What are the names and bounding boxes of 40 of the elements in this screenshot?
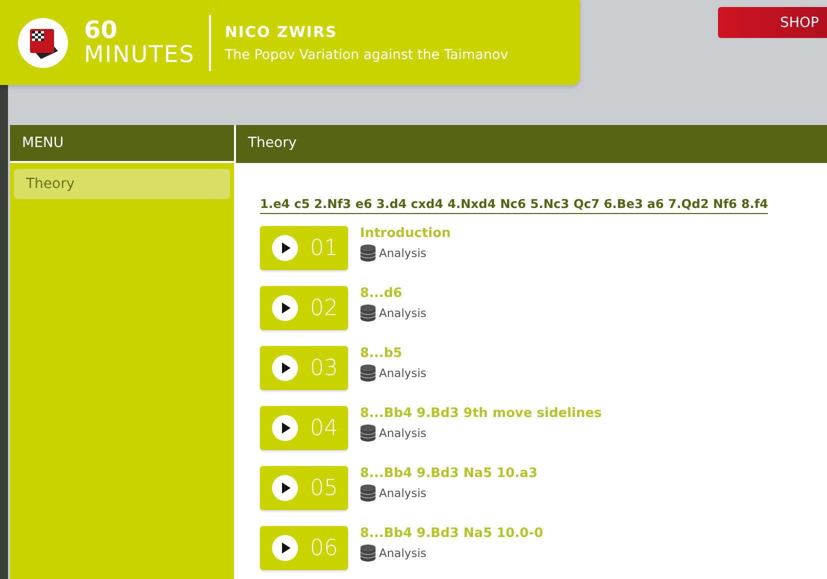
play-icon — [272, 355, 298, 381]
play-icon — [272, 415, 298, 441]
play-button[interactable]: 01 — [260, 226, 348, 270]
database-icon — [360, 544, 376, 562]
lesson-title[interactable]: Introduction — [360, 226, 451, 241]
lesson-title[interactable]: 8...Bb4 9.Bd3 9th move sidelines — [360, 406, 602, 421]
course-title: The Popov Variation against the Taimanov — [224, 46, 508, 62]
lesson-title[interactable]: 8...d6 — [360, 286, 426, 301]
database-icon — [360, 424, 376, 442]
lesson-type: Analysis — [379, 246, 426, 260]
database-icon — [360, 364, 376, 382]
database-icon — [360, 244, 376, 262]
lesson-title[interactable]: 8...Bb4 9.Bd3 Na5 10.0-0 — [360, 526, 544, 541]
lesson-title[interactable]: 8...b5 — [360, 346, 426, 361]
database-icon — [360, 484, 376, 502]
lesson-title[interactable]: 8...Bb4 9.Bd3 Na5 10.a3 — [360, 466, 538, 481]
lesson-type: Analysis — [379, 426, 426, 440]
section-title: Theory — [236, 125, 827, 163]
moves-link[interactable]: 1.e4 c5 2.Nf3 e6 3.d4 cxd4 4.Nxd4 Nc6 5.Nc3 Qc7 6.Be3 a6 7.Qd2 Nf6 8.f4 — [260, 197, 768, 214]
lesson-type: Analysis — [379, 306, 426, 320]
play-button[interactable]: 05 — [260, 466, 348, 510]
play-button[interactable]: 06 — [260, 526, 348, 570]
author-name: NICO ZWIRS — [224, 22, 338, 40]
minutes-number: 60 — [84, 18, 118, 42]
play-button[interactable]: 04 — [260, 406, 348, 450]
menu-title: MENU — [10, 125, 234, 163]
play-icon — [272, 295, 298, 321]
lesson-type: Analysis — [379, 366, 426, 380]
menu-item[interactable]: Theory — [14, 169, 230, 199]
lesson-type: Analysis — [379, 486, 426, 500]
play-icon — [272, 475, 298, 501]
database-icon — [360, 304, 376, 322]
shop-button[interactable]: SHOP — [718, 7, 827, 38]
play-button[interactable]: 02 — [260, 286, 348, 330]
lesson-type: Analysis — [379, 546, 426, 560]
minutes-label: MINUTES — [84, 44, 195, 67]
play-icon — [272, 535, 298, 561]
play-button[interactable]: 03 — [260, 346, 348, 390]
logo-icon — [18, 18, 68, 68]
play-icon — [272, 235, 298, 261]
